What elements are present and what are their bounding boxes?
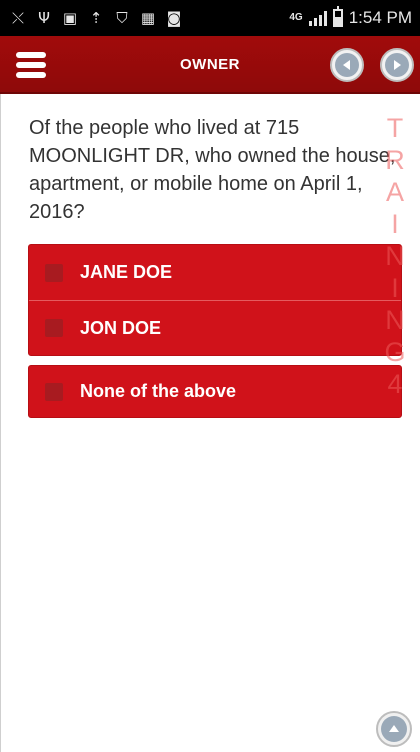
scroll-top-button[interactable] bbox=[376, 711, 412, 747]
notification-icons: ⤬ Ψ ▣ ⇡ ⛉ ▦ ◙ bbox=[10, 10, 182, 26]
app-bar: OWNER bbox=[0, 36, 420, 94]
none-option-group: None of the above bbox=[28, 365, 402, 418]
signal-icon bbox=[308, 10, 327, 26]
arrow-up-icon bbox=[389, 725, 399, 732]
owner-options: JANE DOE JON DOE bbox=[28, 244, 402, 356]
option-jane-doe[interactable]: JANE DOE bbox=[29, 245, 401, 300]
camera-icon: ◙ bbox=[166, 8, 182, 27]
question-text: Of the people who lived at 715 MOONLIGHT… bbox=[29, 117, 396, 223]
option-none-of-the-above[interactable]: None of the above bbox=[29, 366, 401, 417]
option-label: JANE DOE bbox=[80, 262, 173, 282]
battery-icon bbox=[332, 6, 343, 27]
system-status: 4G 1:54 PM bbox=[289, 6, 412, 28]
missed-call-icon: ⤬ bbox=[11, 8, 24, 27]
image-icon: ▣ bbox=[62, 8, 78, 27]
option-label: JON DOE bbox=[80, 317, 162, 338]
usb-icon: Ψ bbox=[38, 8, 50, 27]
status-bar: ⤬ Ψ ▣ ⇡ ⛉ ▦ ◙ 4G 1:54 PM bbox=[0, 0, 420, 36]
network-type: 4G bbox=[289, 12, 303, 23]
checkbox[interactable] bbox=[45, 382, 63, 401]
option-label: None of the above bbox=[80, 381, 237, 401]
question-screen: Of the people who lived at 715 MOONLIGHT… bbox=[0, 94, 420, 752]
option-jon-doe[interactable]: JON DOE bbox=[29, 300, 401, 355]
clock: 1:54 PM bbox=[348, 8, 412, 27]
checkbox[interactable] bbox=[45, 263, 63, 282]
next-button[interactable] bbox=[380, 48, 414, 82]
arrow-right-icon bbox=[394, 60, 401, 70]
arrow-left-icon bbox=[343, 60, 350, 70]
apps-icon: ▦ bbox=[140, 8, 156, 27]
checkbox[interactable] bbox=[45, 319, 63, 337]
upload-icon: ⇡ bbox=[89, 8, 103, 27]
previous-button[interactable] bbox=[330, 48, 364, 82]
shield-icon: ⛉ bbox=[116, 8, 128, 27]
